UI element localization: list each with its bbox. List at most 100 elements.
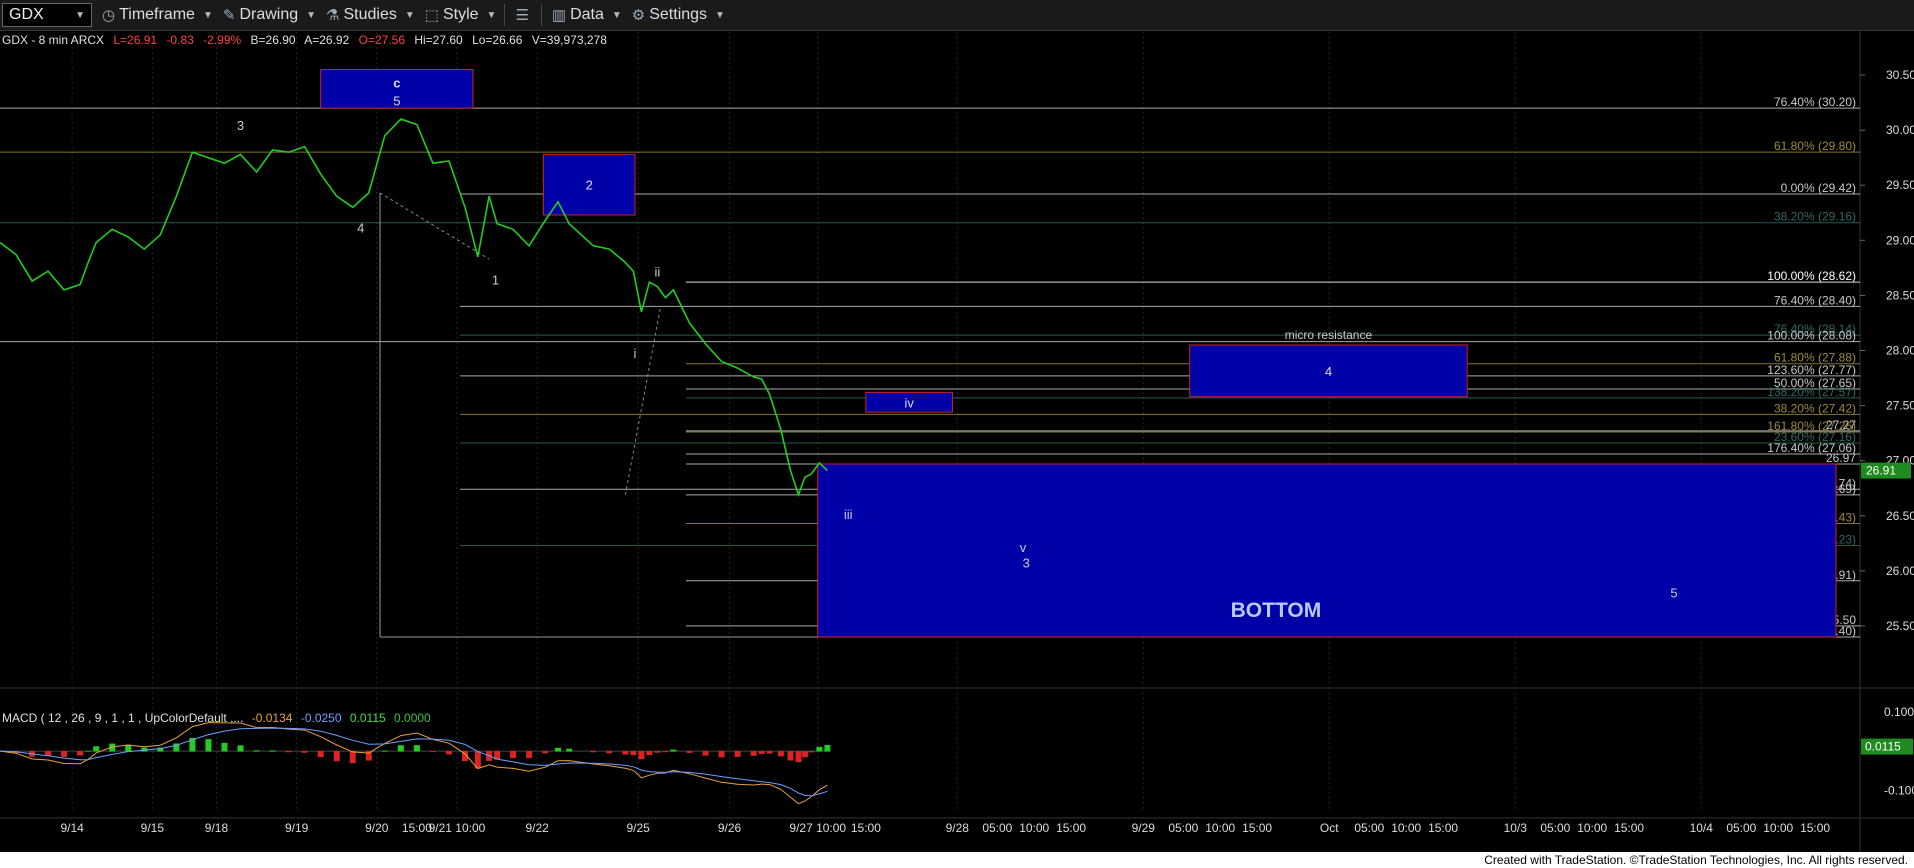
y-tick-label: 28.50 <box>1886 288 1914 302</box>
style-label: Style <box>442 6 479 23</box>
last-price-label: 26.91 <box>1866 464 1896 478</box>
macd-histogram-bar <box>622 751 629 755</box>
x-tick-label: 9/29 <box>1132 821 1156 835</box>
macd-histogram-bar <box>824 744 831 752</box>
drawing-menu[interactable]: ✎ Drawing ▼ <box>223 1 316 29</box>
macd-histogram-bar <box>429 751 436 752</box>
macd-signal-line <box>0 727 828 797</box>
y-tick-label: 27.50 <box>1886 399 1914 413</box>
fib-level-label: 100.00% (28.08) <box>1767 329 1856 343</box>
macd-histogram-bar <box>808 751 815 753</box>
ticker-open: O=27.56 <box>358 33 405 47</box>
x-tick-label: 15:00 <box>851 821 881 835</box>
chevron-down-icon: ▼ <box>404 9 415 21</box>
macd-histogram-bar <box>510 751 517 759</box>
macd-y-tick-label: 0.1000 <box>1884 705 1914 719</box>
macd-line <box>0 722 828 805</box>
fib-level-label: 100.00% (28.62) <box>1767 269 1856 283</box>
price-chart[interactable]: 30.5030.0029.5029.0028.5028.0027.5027.00… <box>0 30 1914 852</box>
pencil-icon: ✎ <box>222 7 236 24</box>
data-label: Data <box>570 6 604 23</box>
macd-histogram-bar <box>777 751 784 757</box>
x-tick-label: 05:00 <box>1726 821 1756 835</box>
x-tick-label: 15:00 <box>1428 821 1458 835</box>
studies-menu[interactable]: ⚗ Studies ▼ <box>326 1 415 29</box>
y-tick-label: 30.00 <box>1886 123 1914 137</box>
chevron-down-icon: ▼ <box>202 9 213 21</box>
x-tick-label: 15:00 <box>1614 821 1644 835</box>
style-menu[interactable]: ⬚ Style ▼ <box>425 1 497 29</box>
wave-label: ii <box>655 265 661 280</box>
macd-histogram-bar <box>445 751 452 755</box>
data-icon: ▥ <box>551 7 567 24</box>
wave-label: 4 <box>357 221 364 236</box>
x-tick-label: 10:00 <box>1205 821 1235 835</box>
fib-level-label: 138.20% (27.57) <box>1767 385 1856 399</box>
macd-histogram-bar <box>61 751 68 757</box>
y-tick-label: 28.00 <box>1886 343 1914 357</box>
macd-status-line: MACD ( 12 , 26 , 9 , 1 , 1 , UpColorDefa… <box>2 711 436 725</box>
macd-histogram-bar <box>317 751 324 758</box>
x-tick-label: 9/26 <box>718 821 742 835</box>
macd-histogram-bar <box>381 750 388 752</box>
macd-value: -0.0134 <box>251 711 293 725</box>
chevron-down-icon: ▼ <box>306 9 317 21</box>
settings-menu[interactable]: ⚙ Settings ▼ <box>632 1 725 29</box>
x-tick-label: 10:00 <box>1577 821 1607 835</box>
macd-histogram-bar <box>285 751 292 753</box>
x-tick-label: 05:00 <box>1168 821 1198 835</box>
x-tick-label: 9/15 <box>141 821 165 835</box>
wave-label: v <box>1020 540 1027 555</box>
data-menu[interactable]: ▥ Data ▼ <box>552 1 622 29</box>
box-wave-label: iv <box>904 395 914 410</box>
symbol-selector[interactable]: GDX ▼ <box>2 3 92 27</box>
macd-histogram-bar <box>253 750 260 752</box>
ticker-hi: Hi=27.60 <box>414 33 463 47</box>
x-tick-label: 9/25 <box>626 821 650 835</box>
wave-label: 1 <box>492 272 499 287</box>
x-tick-label: 10/3 <box>1504 821 1528 835</box>
x-tick-label: 10:00 <box>1391 821 1421 835</box>
macd-histogram-bar <box>787 751 794 761</box>
chevron-down-icon: ▼ <box>611 9 622 21</box>
macd-y-tick-label: -0.1000 <box>1884 783 1914 797</box>
footer-bar: Created with TradeStation. ©TradeStation… <box>0 852 1914 868</box>
chevron-down-icon: ▼ <box>486 9 497 21</box>
box-wave-label: 4 <box>1325 364 1332 379</box>
x-tick-label: 9/20 <box>365 821 389 835</box>
macd-histogram-bar <box>638 751 645 760</box>
macd-histogram-bar <box>718 751 725 758</box>
x-tick-label: 10:00 <box>1019 821 1049 835</box>
gear-icon: ⚙ <box>631 7 646 24</box>
ticker-pct: -2.99% <box>203 33 242 47</box>
target-box <box>817 463 1837 638</box>
x-tick-label: 9/18 <box>205 821 229 835</box>
studies-label: Studies <box>343 6 397 23</box>
fib-level-label: 0.00% (29.42) <box>1781 181 1856 195</box>
macd-histogram-bar <box>93 746 100 752</box>
layout-button[interactable]: ☰ <box>515 1 532 29</box>
macd-histogram-bar <box>205 739 212 752</box>
timeframe-menu[interactable]: ◷ Timeframe ▼ <box>102 1 213 29</box>
box-wave-label: 2 <box>586 178 593 193</box>
toolbar-divider <box>504 4 506 26</box>
macd-histogram-bar <box>646 751 653 756</box>
x-tick-label: 15:00 <box>1242 821 1272 835</box>
fib-level-label: 38.20% (29.16) <box>1774 210 1856 224</box>
x-tick-label: 9/21 10:00 <box>429 821 486 835</box>
style-icon: ⬚ <box>424 7 439 24</box>
ticker-ask: A=26.92 <box>304 33 350 47</box>
macd-histogram-bar <box>269 750 276 752</box>
wave-connector <box>379 192 490 260</box>
macd-histogram-bar <box>662 751 669 753</box>
macd-histogram-bar <box>670 749 677 752</box>
toolbar-divider <box>540 4 542 26</box>
x-tick-label: 9/22 <box>525 821 549 835</box>
macd-histogram-bar <box>702 751 709 756</box>
drawing-label: Drawing <box>239 6 299 23</box>
x-tick-label: 10:00 <box>1763 821 1793 835</box>
macd-histogram-bar <box>349 751 356 764</box>
y-tick-label: 26.50 <box>1886 509 1914 523</box>
copyright-text: Created with TradeStation. ©TradeStation… <box>1484 853 1908 867</box>
ticker-last: L=26.91 <box>113 33 158 47</box>
